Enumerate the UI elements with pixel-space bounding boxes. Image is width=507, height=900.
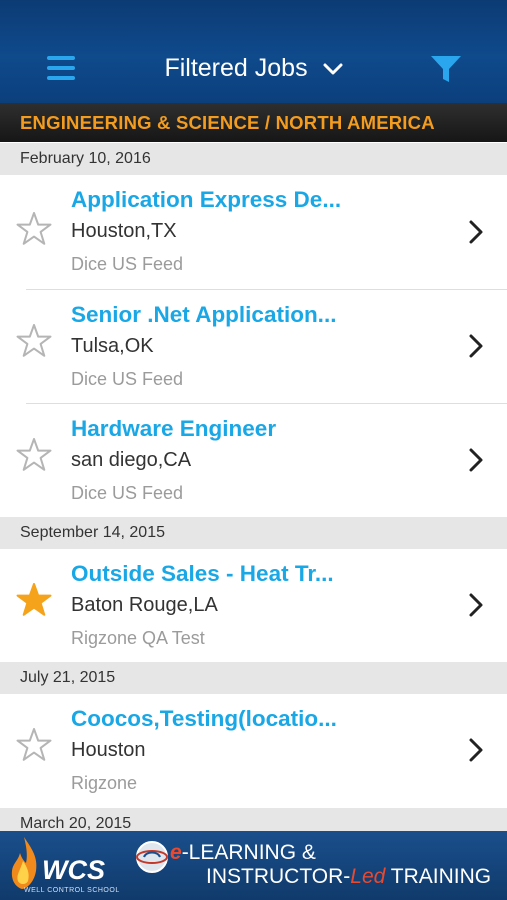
date-header-label: July 21, 2015 [20, 669, 116, 686]
funnel-icon[interactable] [430, 54, 462, 84]
job-title: Application Express De... [71, 187, 342, 212]
ad-banner[interactable]: WCS WELL CONTROL SCHOOL e-LEARNING & INS… [0, 831, 507, 900]
job-location: Houston [71, 739, 146, 761]
category-label: ENGINEERING & SCIENCE / NORTH AMERICA [20, 112, 435, 133]
job-source: Dice US Feed [71, 254, 184, 274]
chevron-down-icon [323, 63, 343, 75]
chevron-right-icon [469, 738, 483, 762]
job-location: Tulsa,OK [71, 335, 154, 357]
wcs-logo-text: WCS [42, 855, 105, 885]
job-row[interactable]: Hardware Engineer san diego,CA Dice US F… [0, 404, 507, 517]
chevron-right-icon [469, 448, 483, 472]
job-title: Outside Sales - Heat Tr... [71, 561, 334, 586]
job-source: Dice US Feed [71, 369, 184, 389]
star-filled-icon[interactable] [16, 582, 52, 618]
date-header: September 14, 2015 [0, 517, 507, 549]
job-source: Dice US Feed [71, 483, 184, 503]
wcs-logo-subtitle: WELL CONTROL SCHOOL [24, 887, 120, 894]
chevron-right-icon [469, 334, 483, 358]
star-icon[interactable] [16, 437, 52, 473]
chevron-right-icon [469, 593, 483, 617]
banner-line-1-text: -LEARNING & [181, 841, 316, 864]
app-header: Filtered Jobs [0, 0, 507, 103]
star-icon[interactable] [16, 211, 52, 247]
job-title: Senior .Net Application... [71, 302, 337, 327]
globe-badge-icon [136, 841, 168, 873]
chevron-right-icon [469, 220, 483, 244]
job-row[interactable]: Outside Sales - Heat Tr... Baton Rouge,L… [0, 549, 507, 663]
job-location: Baton Rouge,LA [71, 594, 218, 616]
job-source: Rigzone [71, 773, 138, 793]
flame-logo-icon [11, 837, 37, 889]
banner-led-text: Led [350, 865, 386, 888]
banner-line-2-b: TRAINING [385, 865, 492, 888]
job-row[interactable]: Senior .Net Application... Tulsa,OK Dice… [0, 290, 507, 404]
page-title: Filtered Jobs [164, 54, 308, 82]
category-bar: ENGINEERING & SCIENCE / NORTH AMERICA [0, 103, 507, 142]
star-icon[interactable] [16, 323, 52, 359]
date-header-label: September 14, 2015 [20, 524, 165, 541]
banner-line-2: INSTRUCTOR-Led TRAINING [206, 865, 491, 889]
banner-e-prefix: e [170, 841, 182, 864]
job-location: Houston,TX [71, 220, 177, 242]
job-title: Coocos,Testing(locatio... [71, 706, 337, 731]
job-row[interactable]: Coocos,Testing(locatio... Houston Rigzon… [0, 694, 507, 808]
job-source: Rigzone QA Test [71, 628, 205, 648]
date-header: February 10, 2016 [0, 143, 507, 175]
star-icon[interactable] [16, 727, 52, 763]
banner-line-1: e-LEARNING & [170, 841, 316, 865]
date-header: July 21, 2015 [0, 662, 507, 694]
job-title: Hardware Engineer [71, 416, 277, 441]
date-header-label: February 10, 2016 [20, 150, 151, 167]
banner-line-2-a: INSTRUCTOR- [206, 865, 351, 888]
job-row[interactable]: Application Express De... Houston,TX Dic… [0, 175, 507, 289]
job-location: san diego,CA [71, 449, 192, 471]
